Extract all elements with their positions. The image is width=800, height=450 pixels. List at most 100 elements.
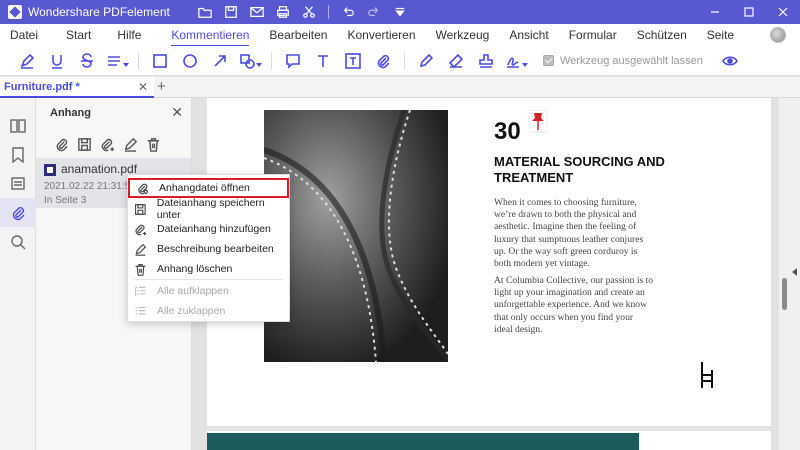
- menu-item-label: Alle aufklappen: [157, 285, 229, 297]
- menu-bar: Datei Start Hilfe Kommentieren Bearbeite…: [0, 24, 800, 47]
- menu-datei[interactable]: Datei: [0, 24, 48, 46]
- menu-seite[interactable]: Seite: [697, 24, 744, 46]
- menu-item-open-attachment[interactable]: Anhangdatei öffnen: [128, 178, 289, 198]
- thumbnails-icon[interactable]: [0, 111, 36, 140]
- menu-werkzeug[interactable]: Werkzeug: [426, 24, 500, 46]
- keep-tool-selected-toggle[interactable]: Werkzeug ausgewählt lassen: [543, 55, 703, 67]
- collapse-list-icon: [135, 306, 146, 315]
- window-controls: [698, 0, 800, 24]
- pen-icon: [135, 243, 147, 256]
- page-paragraph-2: At Columbia Collective, our passion is t…: [494, 275, 654, 335]
- redo-icon[interactable]: [361, 0, 387, 24]
- menu-item-label: Alle zuklappen: [157, 305, 226, 317]
- teal-header-band: [207, 433, 639, 450]
- close-icon[interactable]: [766, 0, 800, 24]
- page-paragraph-1: When it comes to choosing furniture, we’…: [494, 197, 644, 270]
- toolbar-divider: [327, 5, 329, 19]
- title-bar: Wondershare PDFelement: [0, 0, 800, 24]
- strikethrough-tool-icon[interactable]: [72, 46, 102, 76]
- paperclip-open-icon: [138, 183, 148, 194]
- attachment-context-menu: Anhangdatei öffnen Dateianhang speichern…: [127, 174, 290, 322]
- leather-stitching-illustration: [264, 110, 448, 362]
- pin-annotation-icon[interactable]: [529, 110, 547, 134]
- attachment-date: 2021.02.22 21:31:50: [44, 181, 136, 192]
- left-sidebar-rail: [0, 98, 36, 450]
- pencil-tool-icon[interactable]: [411, 46, 441, 76]
- note-tool-icon[interactable]: [278, 46, 308, 76]
- minimize-icon[interactable]: [698, 0, 732, 24]
- menu-kommentieren[interactable]: Kommentieren: [151, 24, 259, 47]
- keep-tool-label: Werkzeug ausgewählt lassen: [560, 54, 703, 67]
- bookmark-icon[interactable]: [0, 140, 36, 169]
- menu-item-edit-description[interactable]: Beschreibung bearbeiten: [128, 239, 289, 259]
- menu-item-collapse-all[interactable]: Alle zuklappen: [128, 301, 289, 321]
- signature-tool-icon[interactable]: [501, 46, 531, 76]
- trash-icon: [135, 263, 146, 276]
- pdf-page: 30 MATERIAL SOURCING AND TREATMENT When …: [207, 98, 771, 426]
- underline-tool-icon[interactable]: [42, 46, 72, 76]
- customize-toolbar-icon[interactable]: [387, 0, 413, 24]
- menu-formular[interactable]: Formular: [559, 24, 627, 46]
- menu-schuetzen[interactable]: Schützen: [627, 24, 697, 46]
- maximize-icon[interactable]: [732, 0, 766, 24]
- eye-icon[interactable]: [715, 46, 745, 76]
- menu-item-label: Beschreibung bearbeiten: [157, 243, 274, 255]
- leather-photo: [264, 110, 448, 362]
- new-tab-button[interactable]: +: [157, 78, 166, 95]
- pdf-file-icon: [44, 164, 56, 176]
- stamp-tool-icon[interactable]: [471, 46, 501, 76]
- oval-tool-icon[interactable]: [175, 46, 205, 76]
- arrow-tool-icon[interactable]: [205, 46, 235, 76]
- menu-bearbeiten[interactable]: Bearbeiten: [259, 24, 337, 46]
- menu-item-delete-attachment[interactable]: Anhang löschen: [128, 259, 289, 279]
- menu-start[interactable]: Start: [48, 24, 101, 46]
- comments-icon[interactable]: [0, 169, 36, 198]
- attachment-tool-icon[interactable]: [368, 46, 398, 76]
- save-icon[interactable]: [218, 0, 244, 24]
- open-folder-icon[interactable]: [192, 0, 218, 24]
- toolbar-divider: [404, 51, 405, 70]
- text-lines-tool-icon[interactable]: [102, 46, 132, 76]
- print-icon[interactable]: [270, 0, 296, 24]
- menu-item-label: Anhangdatei öffnen: [159, 182, 250, 194]
- menu-divider: [134, 279, 283, 280]
- tab-close-icon[interactable]: ✕: [138, 80, 148, 94]
- attachments-icon[interactable]: [0, 198, 36, 227]
- toolbar-divider: [138, 51, 139, 70]
- save-attachment-icon[interactable]: [75, 135, 94, 154]
- menu-ansicht[interactable]: Ansicht: [499, 24, 558, 46]
- panel-title: Anhang: [50, 107, 91, 119]
- attachment-name: anamation.pdf: [61, 162, 138, 176]
- menu-item-save-attachment[interactable]: Dateianhang speichern unter: [128, 197, 289, 221]
- expand-list-icon: [135, 286, 146, 296]
- chair-icon: [701, 362, 713, 388]
- document-tab-bar: Furniture.pdf * ✕ +: [0, 77, 800, 98]
- menu-item-add-attachment[interactable]: Dateianhang hinzufügen: [128, 219, 289, 239]
- textbox-tool-icon[interactable]: [338, 46, 368, 76]
- comment-toolbar: Werkzeug ausgewählt lassen: [0, 46, 800, 76]
- attachment-page: In Seite 3: [44, 195, 87, 206]
- scissors-icon[interactable]: [296, 0, 322, 24]
- search-icon[interactable]: [0, 227, 36, 256]
- mail-icon[interactable]: [244, 0, 270, 24]
- keep-tool-checkbox[interactable]: [543, 55, 554, 66]
- panel-close-icon[interactable]: ✕: [171, 104, 183, 121]
- eraser-tool-icon[interactable]: [441, 46, 471, 76]
- collapse-panel-arrow-icon[interactable]: [792, 268, 797, 276]
- add-attachment-icon[interactable]: [98, 135, 117, 154]
- rectangle-tool-icon[interactable]: [145, 46, 175, 76]
- undo-icon[interactable]: [335, 0, 361, 24]
- text-tool-icon[interactable]: [308, 46, 338, 76]
- open-attachment-icon[interactable]: [52, 135, 71, 154]
- tab-furniture-pdf[interactable]: Furniture.pdf * ✕: [0, 77, 154, 98]
- avatar[interactable]: [770, 27, 786, 43]
- edit-description-icon[interactable]: [121, 135, 140, 154]
- highlight-tool-icon[interactable]: [12, 46, 42, 76]
- menu-konvertieren[interactable]: Konvertieren: [337, 24, 425, 46]
- menu-hilfe[interactable]: Hilfe: [101, 24, 151, 46]
- scroll-thumb[interactable]: [782, 278, 787, 310]
- menu-item-expand-all[interactable]: Alle aufklappen: [128, 281, 289, 301]
- delete-attachment-icon[interactable]: [144, 135, 163, 154]
- shapes-tool-icon[interactable]: [235, 46, 265, 76]
- page-number: 30: [494, 118, 521, 145]
